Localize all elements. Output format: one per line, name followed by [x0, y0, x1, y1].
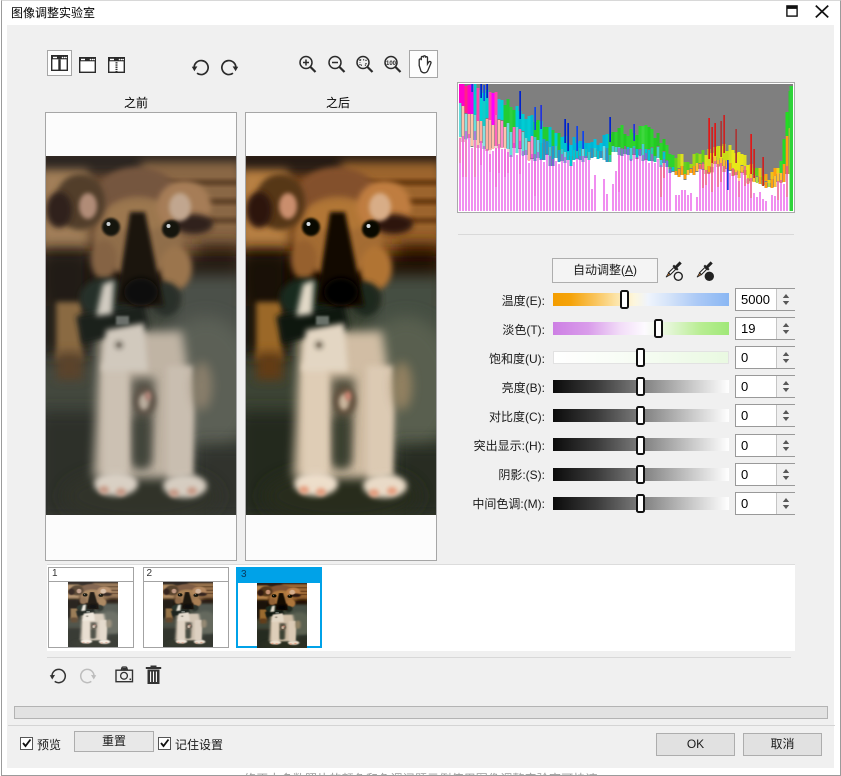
svg-text:100: 100 [386, 61, 397, 67]
